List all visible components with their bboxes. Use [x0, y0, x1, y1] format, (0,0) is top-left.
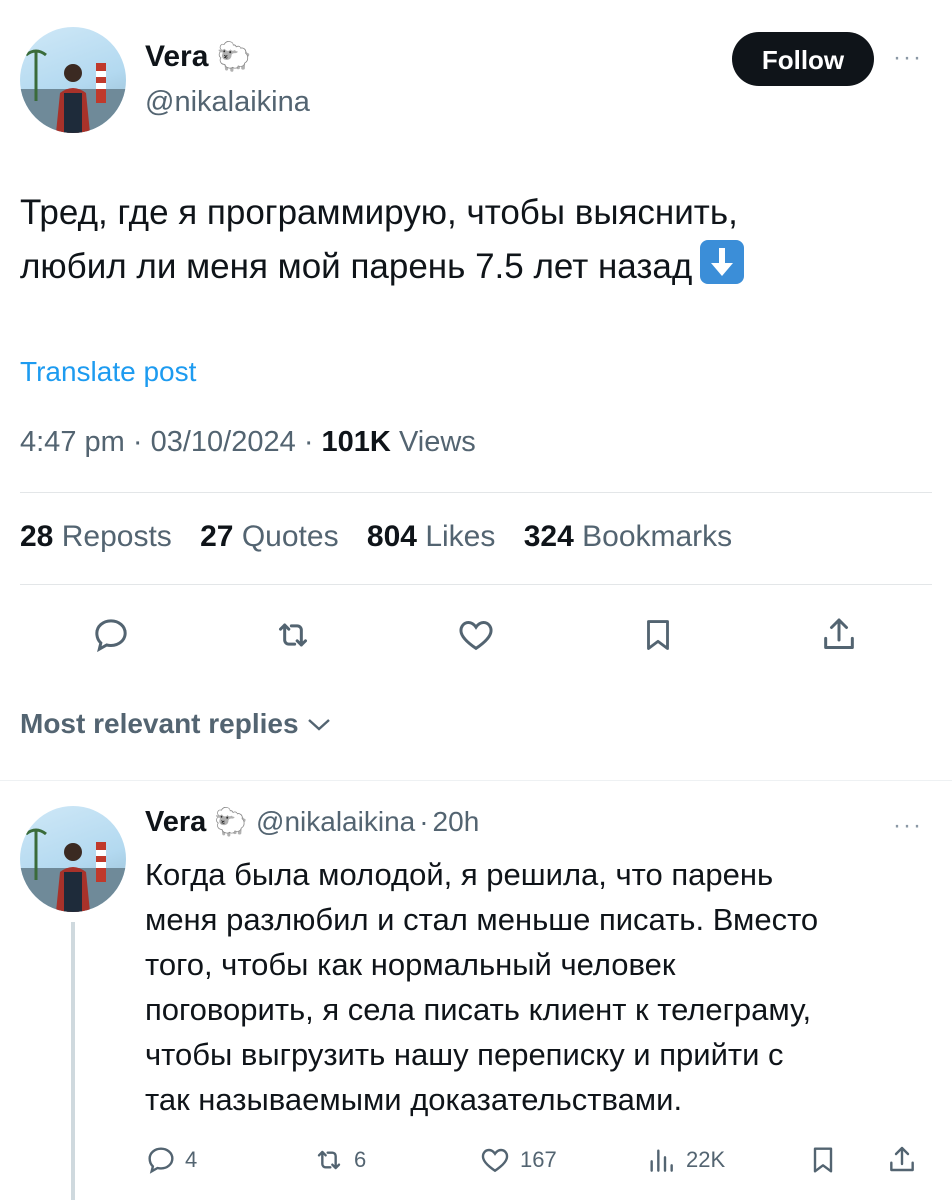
reply-reply-button[interactable]: 4: [145, 1142, 197, 1178]
divider: [0, 780, 952, 781]
reply-icon: [95, 619, 127, 653]
author-avatar[interactable]: [20, 27, 126, 133]
views-count: 22K: [686, 1147, 726, 1172]
reply-count: 4: [185, 1147, 198, 1172]
reply-header: Vera 🐑 @nikalaikina · 20h: [145, 806, 479, 839]
bookmark-icon: [813, 1147, 833, 1173]
sheep-icon: 🐑: [216, 41, 252, 72]
reply-icon: [148, 1147, 174, 1174]
translate-post-link[interactable]: Translate post: [20, 356, 196, 388]
views-icon: [650, 1149, 673, 1172]
reposts-stat[interactable]: 28 Reposts: [20, 520, 172, 553]
author-name-text[interactable]: Vera: [145, 40, 208, 73]
down-arrow-emoji-icon: [700, 240, 745, 284]
like-count: 167: [520, 1147, 557, 1172]
reply-more-options-icon[interactable]: ···: [893, 812, 923, 840]
share-icon: [890, 1146, 914, 1172]
divider: [20, 584, 932, 585]
repost-button[interactable]: [268, 610, 318, 660]
author-handle[interactable]: @nikalaikina: [145, 86, 310, 119]
quotes-stat[interactable]: 27 Quotes: [200, 520, 338, 553]
share-button[interactable]: [814, 610, 864, 660]
replies-sort-label: Most relevant replies: [20, 708, 299, 739]
post-text-line: любил ли меня мой парень 7.5 лет назад: [20, 240, 920, 294]
reply-text-line: поговорить, я села писать клиент к телег…: [145, 992, 812, 1027]
reply-like-button[interactable]: 167: [478, 1142, 557, 1178]
repost-icon: [317, 1150, 341, 1170]
reply-text-line: меня разлюбил и стал меньше писать. Вмес…: [145, 902, 819, 937]
reply-author-avatar[interactable]: [20, 806, 126, 912]
reply-button[interactable]: [86, 610, 136, 660]
chevron-down-icon: [308, 719, 331, 731]
reply-views-button[interactable]: 22K: [644, 1142, 725, 1178]
post-date[interactable]: 03/10/2024: [151, 426, 296, 458]
divider: [20, 492, 932, 493]
like-icon: [459, 620, 493, 651]
reply-text-line: того, чтобы как нормальный человек: [145, 947, 676, 982]
post-stats: 28 Reposts 27 Quotes 804 Likes 324 Bookm…: [20, 520, 752, 554]
post-text: Тред, где я программирую, чтобы выяснить…: [20, 186, 920, 294]
more-options-icon[interactable]: ···: [893, 44, 923, 72]
reply-text-line: Когда была молодой, я решила, что парень: [145, 857, 774, 892]
post-time[interactable]: 4:47 pm: [20, 426, 125, 458]
meta-separator: ·: [303, 426, 314, 458]
repost-count: 6: [354, 1147, 367, 1172]
share-icon: [824, 618, 854, 649]
sheep-icon: 🐑: [214, 807, 248, 837]
post-meta: 4:47 pm · 03/10/2024 · 101K Views: [20, 426, 476, 459]
meta-separator: ·: [132, 426, 143, 458]
reply-share-button[interactable]: [884, 1142, 920, 1178]
reply-text-line: так называемыми доказательствами.: [145, 1082, 683, 1117]
reply-text-line: чтобы выгрузить нашу переписку и прийти …: [145, 1037, 784, 1072]
views-count: 101K: [321, 426, 391, 458]
reply-text: Когда была молодой, я решила, что парень…: [145, 852, 935, 1122]
reply-bookmark-button[interactable]: [805, 1142, 841, 1178]
thread-line: [71, 922, 75, 1200]
reply-author-handle[interactable]: @nikalaikina: [256, 806, 415, 837]
post-text-line: Тред, где я программирую, чтобы выяснить…: [20, 193, 738, 232]
replies-sort-dropdown[interactable]: Most relevant replies: [20, 708, 332, 740]
reply-time[interactable]: 20h: [433, 806, 480, 837]
bookmark-button[interactable]: [633, 610, 683, 660]
bookmark-icon: [647, 620, 669, 650]
meta-separator: ·: [419, 806, 429, 837]
like-button[interactable]: [451, 610, 501, 660]
author-name[interactable]: Vera 🐑: [145, 40, 252, 74]
reply-author-name[interactable]: Vera: [145, 806, 206, 838]
likes-stat[interactable]: 804 Likes: [367, 520, 495, 553]
like-icon: [481, 1148, 509, 1173]
repost-icon: [279, 623, 307, 647]
bookmarks-stat[interactable]: 324 Bookmarks: [524, 520, 732, 553]
reply-repost-button[interactable]: 6: [312, 1142, 366, 1178]
follow-button[interactable]: Follow: [732, 32, 874, 86]
views-label: Views: [398, 426, 476, 458]
